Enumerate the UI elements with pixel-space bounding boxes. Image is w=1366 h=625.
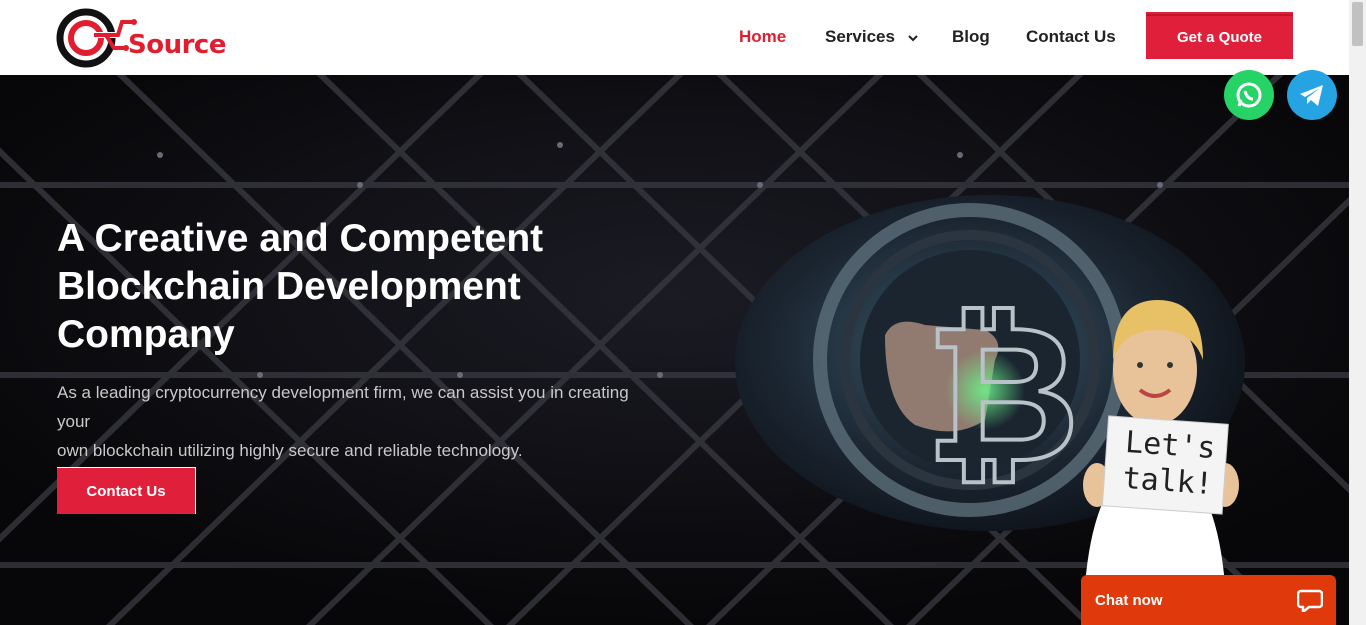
chevron-down-icon (907, 34, 918, 41)
hero-title-line: A Creative and Competent (57, 217, 544, 260)
hero-desc-line: As a leading cryptocurrency development … (57, 383, 629, 431)
nav-services[interactable]: Services (825, 27, 920, 49)
sign-text: Let's talk! (1111, 424, 1228, 504)
chat-label: Chat now (1095, 592, 1163, 609)
scrollbar-thumb[interactable] (1352, 2, 1363, 46)
brand-logo[interactable]: Source (56, 8, 226, 68)
nav-home[interactable]: Home (739, 27, 786, 49)
telegram-button[interactable] (1287, 70, 1337, 120)
hero-description: As a leading cryptocurrency development … (57, 378, 657, 465)
hero-title-line: Blockchain Development (57, 265, 521, 308)
bitcoin-icon: ₿ (925, 284, 1080, 505)
hero-title: A Creative and Competent Blockchain Deve… (57, 215, 677, 359)
get-a-quote-button[interactable]: Get a Quote (1146, 12, 1293, 59)
hero-contact-us-button[interactable]: Contact Us (57, 467, 196, 514)
sign-line: talk! (1121, 460, 1215, 503)
nav-services-label: Services (825, 27, 895, 46)
nav-contact-us[interactable]: Contact Us (1026, 27, 1116, 49)
chat-bubble-icon (1297, 589, 1323, 612)
whatsapp-button[interactable] (1224, 70, 1274, 120)
nav-blog[interactable]: Blog (952, 27, 990, 49)
hero-title-line: Company (57, 313, 235, 356)
telegram-icon (1300, 85, 1323, 106)
page-scrollbar[interactable] (1349, 0, 1366, 625)
chat-now-widget[interactable]: Chat now (1081, 575, 1336, 625)
whatsapp-icon (1236, 82, 1262, 108)
hero-desc-line: own blockchain utilizing highly secure a… (57, 441, 523, 460)
site-header: Source Home Services Blog Contact Us Get… (0, 0, 1349, 75)
logo-text: Source (128, 30, 226, 60)
hero-illustration: ₿ (735, 195, 1245, 585)
